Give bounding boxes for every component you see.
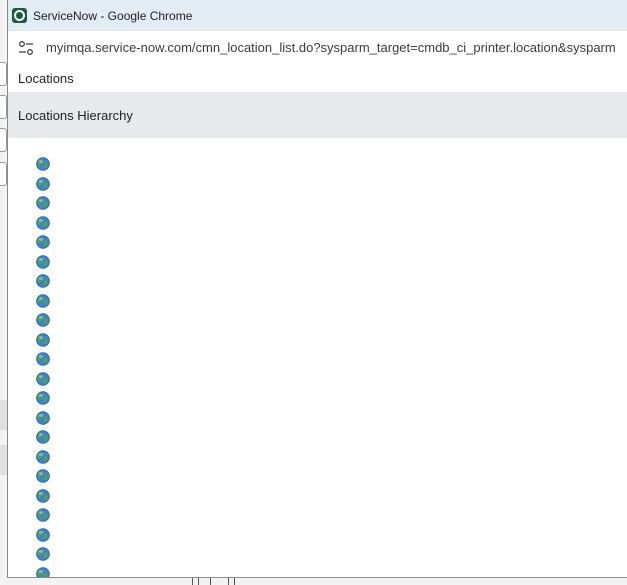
globe-icon[interactable]: [36, 274, 50, 288]
background-line: [228, 578, 229, 585]
globe-icon[interactable]: [36, 430, 50, 444]
globe-icon[interactable]: [36, 547, 50, 561]
globe-icon[interactable]: [36, 449, 50, 464]
globe-icon[interactable]: [36, 527, 50, 542]
globe-icon[interactable]: [36, 293, 50, 308]
background-line: [234, 578, 235, 585]
globe-icon[interactable]: [36, 235, 50, 249]
globe-icon[interactable]: [36, 332, 50, 347]
background-line: [198, 578, 199, 585]
url-text[interactable]: myimqa.service-now.com/cmn_location_list…: [46, 40, 616, 55]
globe-icon[interactable]: [36, 508, 50, 522]
window-title: ServiceNow - Google Chrome: [33, 8, 193, 23]
background-field-edge: [0, 62, 7, 86]
location-tree: [8, 150, 627, 577]
section-title: Locations Hierarchy: [18, 107, 133, 123]
globe-icon[interactable]: [36, 313, 50, 327]
background-field-edge: [0, 128, 7, 152]
page-title-text: Locations: [18, 70, 74, 86]
background-window-bottom: [0, 578, 627, 585]
globe-icon[interactable]: [36, 371, 50, 386]
popup-window: ServiceNow - Google Chrome myimqa.servic…: [7, 0, 627, 578]
globe-icon[interactable]: [36, 410, 50, 425]
globe-icon[interactable]: [36, 352, 50, 366]
globe-icon[interactable]: [36, 566, 50, 577]
background-line: [192, 578, 193, 585]
globe-icon[interactable]: [36, 391, 50, 405]
window-titlebar[interactable]: ServiceNow - Google Chrome: [8, 0, 627, 31]
globe-icon[interactable]: [36, 196, 50, 210]
globe-icon[interactable]: [36, 157, 50, 171]
servicenow-logo-icon: [12, 8, 27, 23]
globe-icon[interactable]: [36, 176, 50, 191]
globe-icon[interactable]: [36, 488, 50, 503]
background-field-edge: [0, 162, 7, 186]
address-bar[interactable]: myimqa.service-now.com/cmn_location_list…: [8, 31, 627, 65]
globe-icon[interactable]: [36, 215, 50, 230]
page-title: Locations: [8, 64, 627, 93]
section-header: Locations Hierarchy: [8, 92, 627, 138]
globe-icon[interactable]: [36, 469, 50, 483]
background-field-edge: [0, 95, 7, 119]
site-settings-icon[interactable]: [18, 40, 34, 56]
globe-icon[interactable]: [36, 254, 50, 269]
background-line: [210, 578, 211, 585]
